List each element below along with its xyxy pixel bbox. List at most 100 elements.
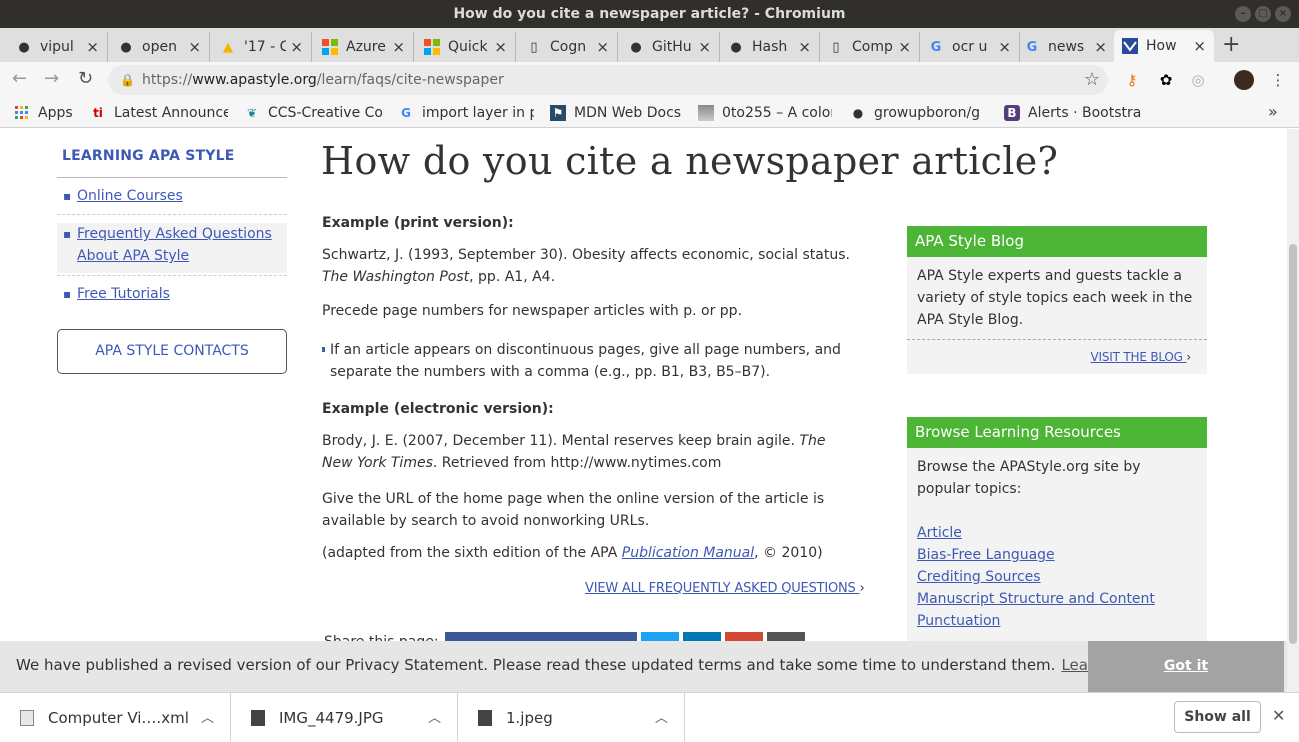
bookmark-0to255[interactable]: 0to255 – A color [698,102,832,124]
close-tab-icon[interactable]: × [1193,37,1206,55]
sidebar-item-faq[interactable]: Frequently Asked Questions About APA Sty… [57,223,287,273]
chevron-right-icon: › [859,581,865,596]
reload-icon[interactable]: ↻ [78,68,93,89]
chevron-up-icon[interactable]: ︿ [428,707,441,726]
show-all-button[interactable]: Show all [1174,701,1261,733]
sidebar-item-free-tutorials[interactable]: Free Tutorials [57,283,287,305]
topic-link-punctuation[interactable]: Punctuation [917,610,1197,632]
address-bar[interactable]: 🔒 https://www.apastyle.org/learn/faqs/ci… [108,65,1108,95]
topic-link-crediting-sources[interactable]: Crediting Sources [917,566,1197,588]
got-it-button[interactable]: Got it [1088,641,1284,692]
example-print-heading: Example (print version): [322,215,514,231]
new-tab-button[interactable]: + [1222,32,1240,57]
disabled-extension-icon[interactable]: ◎ [1188,70,1208,90]
close-icon[interactable]: ✕ [1272,706,1285,725]
tab-3[interactable]: Azure × [314,32,414,62]
publication-manual-link[interactable]: Publication Manual [622,545,754,561]
divider [57,275,287,276]
bookmarks-bar: Apps ti Latest Announce ❦ CCS-Creative C… [0,98,1299,128]
tab-9[interactable]: G ocr u × [920,32,1020,62]
tab-11-active[interactable]: How × [1114,30,1214,62]
0to255-icon [698,105,714,121]
close-tab-icon[interactable]: × [86,38,99,56]
url-host: www.apastyle.org [192,72,317,88]
url-path: /learn/faqs/cite-newspaper [316,72,504,88]
ti-icon: ti [93,106,103,120]
window-title-bar: How do you cite a newspaper article? - C… [0,0,1299,28]
scrollbar-thumb[interactable] [1289,244,1297,644]
menu-kebab-icon[interactable]: ⋮ [1268,70,1288,90]
tab-2[interactable]: ▲ '17 - C × [212,32,312,62]
close-tab-icon[interactable]: × [898,38,911,56]
tab-4[interactable]: Quick × [416,32,516,62]
github-icon: ● [630,39,642,55]
key-extension-icon[interactable]: ⚷ [1122,70,1142,90]
close-tab-icon[interactable]: × [188,38,201,56]
bookmark-bootstrap-alerts[interactable]: B Alerts · Bootstra [1004,102,1144,124]
close-window-button[interactable]: × [1275,6,1291,22]
github-icon: ● [730,39,742,55]
close-tab-icon[interactable]: × [596,38,609,56]
close-tab-icon[interactable]: × [998,38,1011,56]
page-scrollbar[interactable] [1287,129,1299,692]
browser-toolbar: ← → ↻ 🔒 https://www.apastyle.org/learn/f… [0,62,1299,98]
google-icon: G [401,106,411,120]
download-item[interactable]: Computer Vi….xml ︿ [0,693,231,742]
bookmark-star-icon[interactable]: ☆ [1084,65,1100,95]
precede-note: Precede page numbers for newspaper artic… [322,303,743,319]
github-icon: ● [18,39,30,55]
tab-5[interactable]: ▯ Cogn × [518,32,618,62]
tab-6[interactable]: ● GitHu × [620,32,720,62]
bookmark-latest-announce[interactable]: ti Latest Announce [90,102,228,124]
close-tab-icon[interactable]: × [798,38,811,56]
close-tab-icon[interactable]: × [1094,38,1107,56]
visit-blog-link[interactable]: VISIT THE BLOG › [907,340,1207,374]
forward-arrow-icon[interactable]: → [44,68,59,89]
tab-8[interactable]: ▯ Comp × [820,32,920,62]
download-item[interactable]: IMG_4479.JPG ︿ [231,693,458,742]
close-tab-icon[interactable]: × [290,38,303,56]
bookmark-apps[interactable]: Apps [14,102,82,124]
gnome-extension-icon[interactable]: ✿ [1156,70,1176,90]
tab-7[interactable]: ● Hash × [720,32,820,62]
divider [57,214,287,215]
download-item[interactable]: 1.jpeg ︿ [458,693,685,742]
bookmark-growupboron[interactable]: ● growupboron/g [850,102,988,124]
bookmark-mdn[interactable]: ⚑ MDN Web Docs [550,102,686,124]
apa-style-contacts-button[interactable]: APA STYLE CONTACTS [57,329,287,374]
microsoft-icon [424,39,440,55]
close-tab-icon[interactable]: × [392,38,405,56]
close-tab-icon[interactable]: × [494,38,507,56]
tab-1[interactable]: ● open × [110,32,210,62]
blog-box-heading: APA Style Blog [907,226,1207,257]
topic-link-article[interactable]: Article [917,522,1197,544]
chevron-up-icon[interactable]: ︿ [201,707,214,726]
view-all-faq-link[interactable]: VIEW ALL FREQUENTLY ASKED QUESTIONS › [585,581,865,596]
example-print-reference: Schwartz, J. (1993, September 30). Obesi… [322,247,850,285]
profile-avatar[interactable] [1234,70,1254,90]
web-page: LEARNING APA STYLE Online Courses Freque… [0,129,1287,692]
bookmark-ccs[interactable]: ❦ CCS-Creative Co [244,102,382,124]
bookmarks-overflow-icon[interactable]: » [1268,102,1278,121]
maximize-button[interactable]: □ [1255,6,1271,22]
topic-link-manuscript-structure[interactable]: Manuscript Structure and Content [917,588,1197,610]
minimize-button[interactable]: – [1235,6,1251,22]
apa-style-blog-box: APA Style Blog APA Style experts and gue… [907,226,1207,374]
document-icon: ▯ [832,39,840,55]
chevron-up-icon[interactable]: ︿ [655,707,668,726]
back-arrow-icon[interactable]: ← [12,68,27,89]
blog-box-body: APA Style experts and guests tackle a va… [917,268,1193,328]
tab-10[interactable]: G news × [1016,32,1116,62]
topic-link-bias-free-language[interactable]: Bias-Free Language [917,544,1197,566]
mdn-icon: ⚑ [550,105,566,121]
google-icon: G [930,39,942,55]
microsoft-icon [322,39,338,55]
image-file-icon [251,709,265,726]
sidebar-item-online-courses[interactable]: Online Courses [57,185,287,207]
discontinuous-pages-note: If an article appears on discontinuous p… [322,339,852,383]
bootstrap-icon: B [1004,105,1020,121]
tab-0[interactable]: ● vipul × [8,32,108,62]
apa-icon [1122,38,1138,54]
bookmark-import-layer[interactable]: G import layer in p [398,102,534,124]
close-tab-icon[interactable]: × [698,38,711,56]
